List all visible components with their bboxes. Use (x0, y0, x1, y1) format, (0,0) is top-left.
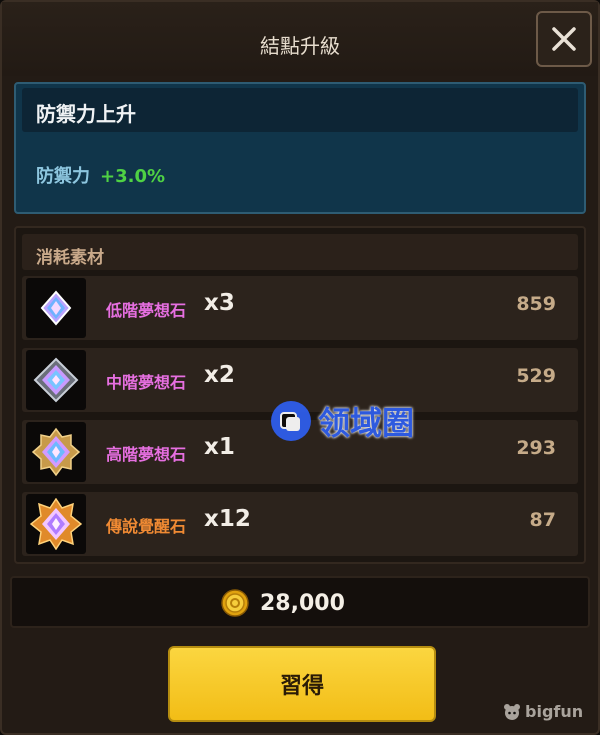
materials-title: 消耗素材 (36, 248, 104, 268)
material-qty: x1 (204, 434, 235, 460)
bigfun-logo-icon (504, 703, 520, 720)
stat-value: +3.0% (100, 166, 166, 187)
gold-coin-icon (221, 589, 249, 617)
material-name: 中階夢想石 (106, 373, 187, 392)
low-dream-stone-icon (26, 278, 86, 338)
legend-awaken-stone-icon (26, 494, 86, 554)
bigfun-brand: bigfun (503, 702, 583, 721)
stat-title: 防禦力上升 (36, 102, 136, 126)
watermark: 领域圈 (270, 398, 414, 444)
materials-panel: 消耗素材 低階夢想石 x3 859 中階夢想石 x2 529 高階夢想石 x1 … (14, 226, 586, 564)
bigfun-text: bigfun (525, 702, 584, 721)
learn-button[interactable]: 習得 (168, 646, 436, 722)
watermark-text: 领域圈 (318, 404, 415, 442)
material-qty: x12 (204, 506, 251, 532)
dialog-title: 結點升級 (260, 34, 340, 58)
skill-node-upgrade-dialog: 結點升級 防禦力上升 防禦力 +3.0% 消耗素材 低階夢想石 x3 859 中… (0, 0, 600, 735)
mid-dream-stone-icon (26, 350, 86, 410)
material-owned: 87 (529, 509, 556, 531)
material-qty: x2 (204, 362, 235, 388)
learn-button-label: 習得 (279, 674, 324, 699)
material-owned: 529 (516, 365, 556, 387)
cost-bar: 28,000 (10, 576, 590, 628)
material-row[interactable]: 低階夢想石 x3 859 (22, 276, 578, 340)
material-name: 高階夢想石 (106, 445, 187, 464)
lingyuquan-logo-icon (271, 401, 311, 441)
material-owned: 859 (516, 293, 556, 315)
material-qty: x3 (204, 290, 235, 316)
material-owned: 293 (516, 437, 556, 459)
material-name: 傳說覺醒石 (106, 517, 187, 536)
stat-panel: 防禦力上升 防禦力 +3.0% (14, 82, 586, 214)
material-row[interactable]: 傳說覺醒石 x12 87 (22, 492, 578, 556)
close-button[interactable] (536, 11, 592, 67)
close-icon (552, 27, 576, 51)
dialog-header: 結點升級 (2, 2, 598, 76)
cost-value: 28,000 (260, 591, 345, 616)
stat-row: 防禦力 +3.0% (36, 162, 165, 188)
stat-name: 防禦力 (36, 166, 90, 187)
high-dream-stone-icon (26, 422, 86, 482)
materials-header: 消耗素材 (22, 234, 578, 270)
material-name: 低階夢想石 (106, 301, 187, 320)
stat-header: 防禦力上升 (22, 88, 578, 132)
